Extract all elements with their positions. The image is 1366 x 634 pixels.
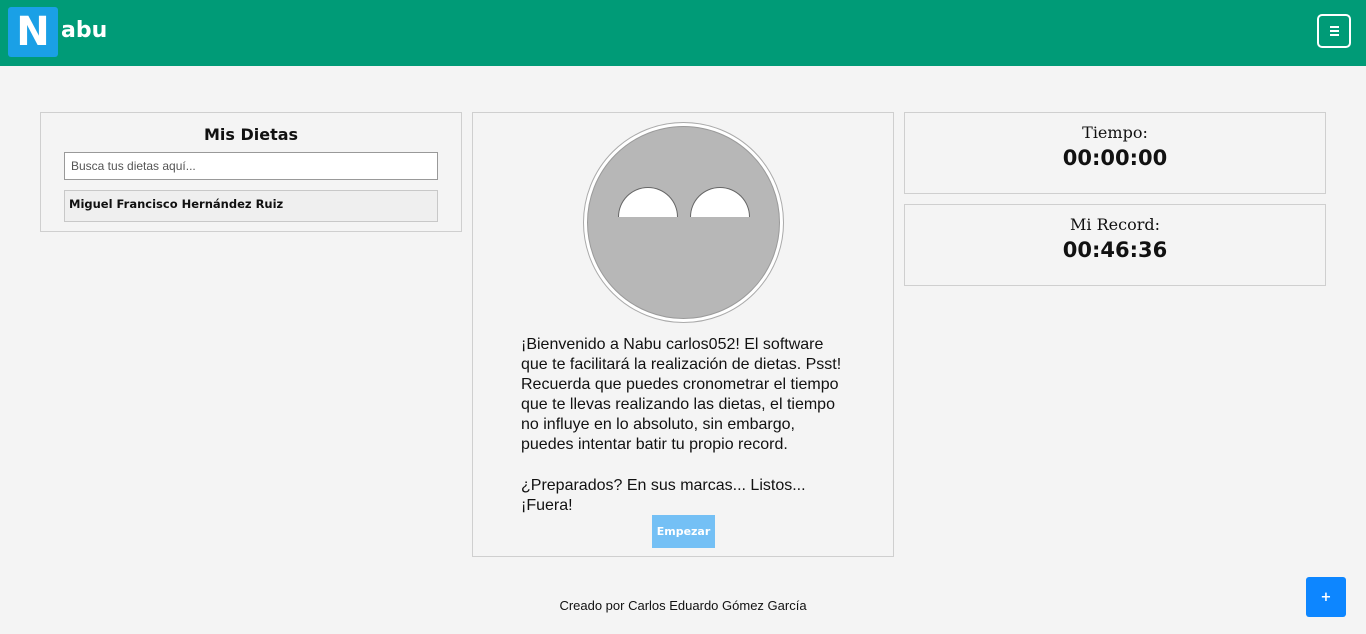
logo-text[interactable]: abu <box>61 17 107 45</box>
diets-panel: Mis Dietas Miguel Francisco Hernández Ru… <box>40 112 462 232</box>
diets-title: Mis Dietas <box>203 125 299 144</box>
footer-credit: Creado por Carlos Eduardo Gómez García <box>559 598 807 613</box>
timer-value: 00:00:00 <box>1062 146 1168 170</box>
left-eye <box>618 187 678 217</box>
diet-list-item[interactable]: Miguel Francisco Hernández Ruiz <box>64 190 438 222</box>
menu-toggle-button[interactable] <box>1317 14 1351 48</box>
smiley-face-icon <box>583 122 784 323</box>
diet-search-input[interactable] <box>64 152 438 180</box>
timer-panel: Tiempo: 00:00:00 <box>904 112 1326 194</box>
add-button[interactable]: + <box>1306 577 1346 617</box>
welcome-panel: ¡Bienvenido a Nabu carlos052! El softwar… <box>472 112 894 557</box>
timer-label: Tiempo: <box>1082 123 1148 142</box>
navbar: N abu <box>0 0 1366 66</box>
welcome-message: ¡Bienvenido a Nabu carlos052! El softwar… <box>521 336 842 453</box>
record-value: 00:46:36 <box>1062 238 1168 262</box>
record-label: Mi Record: <box>1070 215 1160 234</box>
record-panel: Mi Record: 00:46:36 <box>904 204 1326 286</box>
ready-message: ¿Preparados? En sus marcas... Listos... … <box>521 477 806 514</box>
logo-icon[interactable]: N <box>8 7 58 57</box>
start-button[interactable]: Empezar <box>652 515 715 548</box>
right-eye <box>690 187 750 217</box>
